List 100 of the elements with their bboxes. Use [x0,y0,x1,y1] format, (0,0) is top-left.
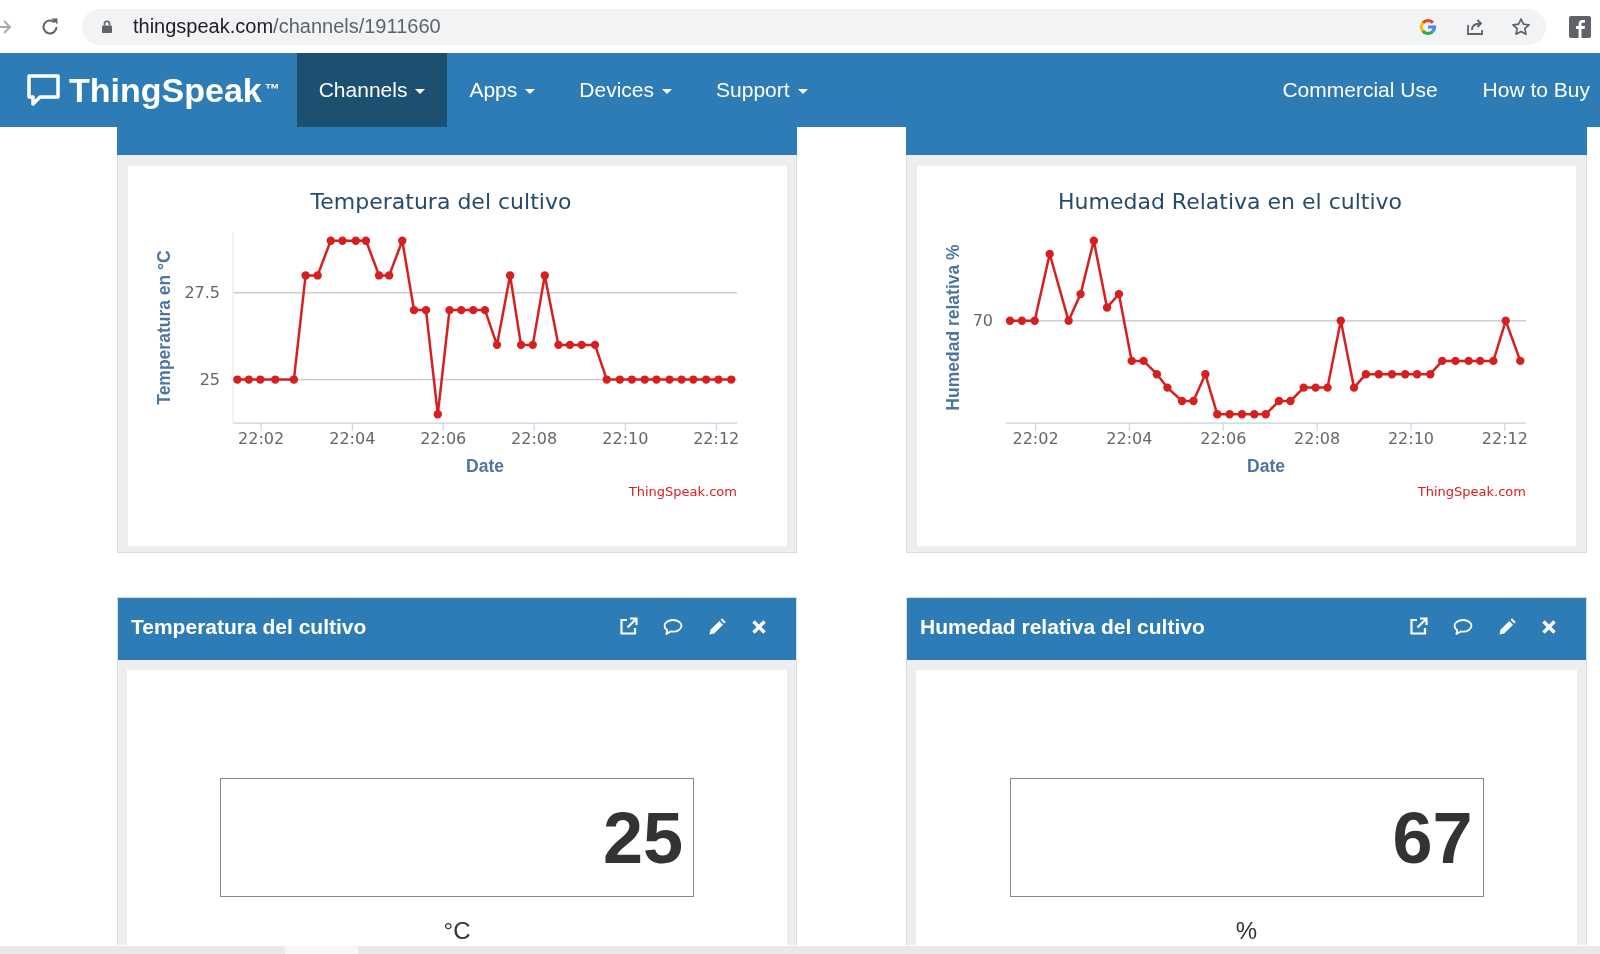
data-point [469,305,478,315]
data-point [615,375,625,384]
data-point [590,340,600,350]
chart-title: Temperatura del cultivo [310,189,572,214]
horizontal-scrollbar[interactable] [0,946,1600,954]
tick-label: 22:08 [511,429,558,448]
data-point [457,305,466,315]
data-point [271,375,280,384]
data-point [540,271,549,280]
g-logo-icon[interactable] [1418,16,1438,37]
data-point [301,271,310,280]
numeric-display: 25 [220,778,694,897]
reload-icon[interactable] [40,16,60,37]
speech-bubble-icon[interactable] [26,73,61,107]
data-point [565,340,575,350]
tick-label: 22:12 [693,429,740,448]
tick-label: 25 [199,370,220,390]
data-point [256,375,265,384]
data-point [652,375,661,384]
pencil-icon[interactable] [708,617,726,636]
data-point [677,375,686,384]
tick-mark [715,423,717,431]
data-point [505,271,515,280]
nav-item[interactable]: Commercial Use [1272,53,1448,127]
nav-item[interactable]: Devices [557,53,694,127]
numeric-display: 67 [1009,778,1484,897]
data-point [554,340,563,350]
tick-label: 70 [972,311,993,331]
data-point [338,236,347,245]
axis-title: Temperatura en °C [154,250,174,405]
tick-label: 22:08 [1294,429,1341,448]
axis-title: Date [1247,456,1285,476]
tick-label: 22:12 [1481,429,1528,448]
data-point [640,375,649,384]
data-point [398,236,407,245]
data-point [421,305,431,315]
data-point [665,375,674,384]
tick-label: 22:02 [1012,429,1059,448]
data-point [384,271,394,280]
data-point [445,305,454,315]
data-point [727,375,736,384]
data-point [602,375,611,384]
tick-label: 27.5 [184,283,220,303]
data-point [351,236,361,245]
tick-label: 22:02 [238,429,285,448]
speech-bubble-icon[interactable] [663,617,683,636]
data-point [433,410,442,419]
external-link-icon[interactable] [1409,617,1428,636]
tick-label: 22:10 [602,429,649,448]
data-point [244,375,254,384]
data-point [516,340,526,350]
tick-label: 22:06 [1200,429,1247,448]
nav-item[interactable]: Channels [296,53,448,127]
nav-item[interactable]: Support [694,53,830,127]
tick-label: 22:04 [329,429,376,448]
axis-title: Humedad relativa % [943,244,963,411]
nav-item[interactable]: Apps [447,53,558,127]
data-point [627,375,637,384]
tick-label: 22:04 [1106,429,1153,448]
address-bar[interactable]: thingspeak.com/channels/1911660 [82,8,1546,45]
data-point [480,305,490,315]
close-icon[interactable] [751,618,767,635]
data-point [361,236,371,245]
nav-item[interactable]: How to Buy [1472,53,1600,127]
forward-arrow-icon[interactable] [0,18,12,35]
data-point [313,271,322,280]
tick-mark [351,423,353,431]
lock-icon[interactable] [102,20,112,33]
widget-title: Humedad relativa del cultivo [920,614,1205,639]
url-text: thingspeak.com/channels/1911660 [133,15,441,38]
data-point [689,375,698,384]
pencil-icon[interactable] [1498,617,1516,636]
external-link-icon[interactable] [619,617,638,636]
tick-label: 22:06 [420,429,467,448]
chart-title: Humedad Relativa en el cultivo [1058,189,1402,214]
speech-bubble-icon[interactable] [1453,617,1473,636]
star-icon[interactable] [1511,16,1531,37]
close-icon[interactable] [1541,618,1557,635]
data-point [326,236,335,245]
data-point [577,340,586,350]
credits-link[interactable]: ThingSpeak.com [628,484,737,499]
data-point [492,340,502,350]
data-point [233,375,242,384]
extension-icon[interactable] [1569,15,1591,38]
tick-label: 22:10 [1387,429,1435,448]
data-point [374,271,384,280]
data-point [289,375,299,384]
unit-label: °C [443,917,471,945]
tick-mark [533,423,535,431]
unit-label: % [1235,917,1258,945]
tick-mark [442,423,444,431]
logo-text[interactable]: ThingSpeak$^{™}$ [69,70,280,110]
data-point [409,305,419,315]
tick-mark [624,423,626,431]
credits-link[interactable]: ThingSpeak.com [1417,484,1526,499]
axis-title: Date [466,456,504,476]
tick-mark [260,423,262,431]
data-point [701,375,711,384]
widget-title: Temperatura del cultivo [131,614,367,639]
data-point [714,375,723,384]
